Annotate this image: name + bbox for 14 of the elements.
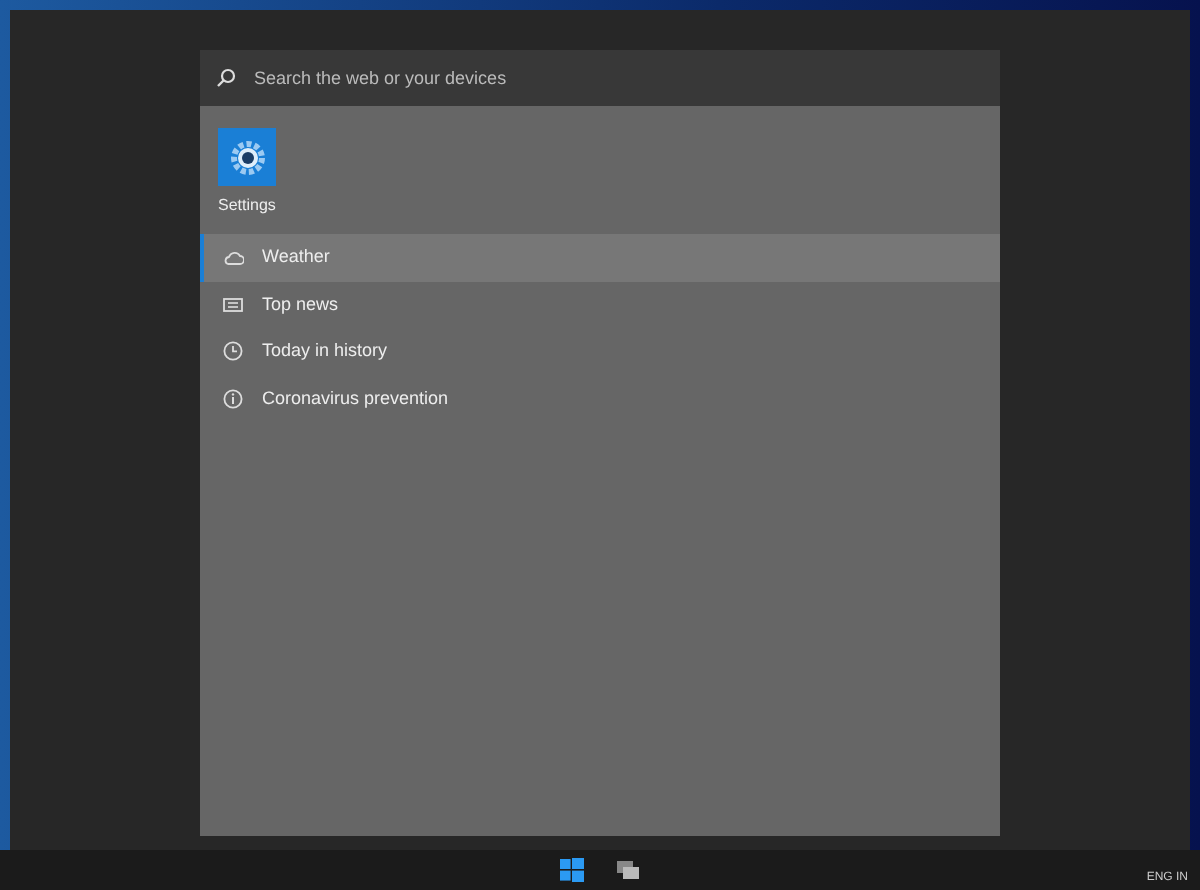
clock-icon [222,340,244,363]
gear-icon [227,137,267,177]
start-icon[interactable] [560,858,584,882]
app-label: Settings [218,194,276,218]
suggestion-item[interactable]: Today in history [200,328,1000,375]
suggestion-item[interactable]: Coronavirus prevention [200,375,1000,422]
search-field[interactable]: Search the web or your devices [200,50,1000,106]
settings-app-tile[interactable] [218,128,276,186]
cloud-icon [222,246,244,269]
suggestion-item[interactable]: Weather [200,234,1000,281]
newspaper-icon [222,293,244,316]
suggestion-item[interactable]: Top news [200,281,1000,328]
info-icon [222,387,244,410]
task-view-icon[interactable] [616,860,640,880]
